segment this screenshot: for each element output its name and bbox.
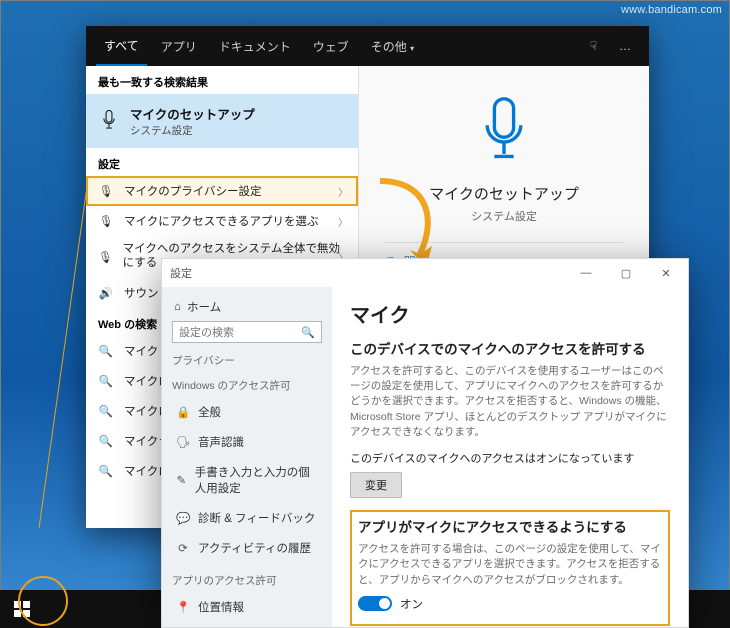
device-access-desc: アクセスを許可すると、このデバイスを使用するユーザーはこのページの設定を使用して… xyxy=(350,364,670,440)
window-maximize[interactable]: ▢ xyxy=(606,267,646,280)
sidebar-item-diagnostics[interactable]: 💬 診断 & フィードバック xyxy=(172,503,322,533)
annotation-line xyxy=(38,190,88,528)
feedback-icon[interactable]: ☟ xyxy=(582,33,605,59)
start-button[interactable] xyxy=(0,590,44,628)
sidebar-item-label: 診断 & フィードバック xyxy=(198,510,315,526)
tab-apps[interactable]: アプリ xyxy=(153,28,205,65)
history-icon: ⟳ xyxy=(176,541,190,555)
settings-sidebar: ⌂ ホーム 設定の検索 🔍 プライバシー Windows のアクセス許可 🔒 全般… xyxy=(162,287,332,627)
settings-window: 設定 — ▢ ✕ ⌂ ホーム 設定の検索 🔍 プライバシー Windows のア… xyxy=(161,258,689,628)
watermark-text: www.bandicam.com xyxy=(621,4,722,16)
settings-search-input[interactable]: 設定の検索 🔍 xyxy=(172,321,322,343)
sidebar-item-inking[interactable]: ✎ 手書き入力と入力の個人用設定 xyxy=(172,457,322,503)
sidebar-item-activity[interactable]: ⟳ アクティビティの履歴 xyxy=(172,533,322,563)
settings-item-label: マイクにアクセスできるアプリを選ぶ xyxy=(124,213,318,229)
section-settings-label: 設定 xyxy=(86,148,358,176)
settings-item-mic-apps[interactable]: 🎙 マイクにアクセスできるアプリを選ぶ 〉 xyxy=(86,206,358,236)
chevron-right-icon: 〉 xyxy=(338,214,348,229)
sidebar-item-location[interactable]: 📍 位置情報 xyxy=(172,592,322,622)
settings-search-placeholder: 設定の検索 xyxy=(179,324,234,340)
sidebar-item-speech[interactable]: 🗣 音声認識 xyxy=(172,427,322,457)
feedback-icon: 💬 xyxy=(176,511,190,525)
sidebar-item-label: 手書き入力と入力の個人用設定 xyxy=(195,464,318,496)
sidebar-home-label: ホーム xyxy=(187,299,221,315)
sidebar-item-label: 位置情報 xyxy=(198,599,244,615)
search-icon: 🔍 xyxy=(98,404,114,418)
sidebar-item-label: アクティビティの履歴 xyxy=(198,540,311,556)
settings-item-mic-privacy[interactable]: 🎙 マイクのプライバシー設定 〉 xyxy=(86,176,358,206)
microphone-icon: 🎙 xyxy=(98,214,114,228)
page-title: マイク xyxy=(350,299,670,328)
tab-more[interactable]: その他 ▾ xyxy=(363,28,422,65)
toggle-label: オン xyxy=(400,596,423,612)
window-titlebar: 設定 — ▢ ✕ xyxy=(162,259,688,287)
sidebar-group-privacy: プライバシー xyxy=(172,353,322,368)
search-icon: 🔍 xyxy=(98,374,114,388)
tab-all[interactable]: すべて xyxy=(96,27,147,66)
sidebar-group-win-perms: Windows のアクセス許可 xyxy=(172,378,322,393)
tab-documents[interactable]: ドキュメント xyxy=(211,28,299,65)
speech-icon: 🗣 xyxy=(176,435,190,449)
right-pane-subtitle: システム設定 xyxy=(471,208,537,224)
highlighted-apps-section: アプリがマイクにアクセスできるようにする アクセスを許可する場合は、このページの… xyxy=(350,510,670,626)
pen-icon: ✎ xyxy=(176,473,187,487)
sidebar-item-label: 音声認識 xyxy=(198,434,244,450)
best-match-subtitle: システム設定 xyxy=(130,123,255,138)
search-icon: 🔍 xyxy=(98,434,114,448)
window-close[interactable]: ✕ xyxy=(646,267,686,280)
settings-content: マイク このデバイスでのマイクへのアクセスを許可する アクセスを許可すると、この… xyxy=(332,287,688,627)
window-title: 設定 xyxy=(164,265,192,281)
home-icon: ⌂ xyxy=(174,301,181,313)
microphone-icon xyxy=(474,94,534,169)
settings-item-label: マイクのプライバシー設定 xyxy=(124,183,262,199)
microphone-icon: 🎙 xyxy=(98,184,114,198)
section-best-match-label: 最も一致する検索結果 xyxy=(86,66,358,94)
chevron-right-icon: 〉 xyxy=(338,184,348,199)
divider xyxy=(385,242,623,243)
sidebar-home[interactable]: ⌂ ホーム xyxy=(172,293,322,321)
search-tabs: すべて アプリ ドキュメント ウェブ その他 ▾ ☟ … xyxy=(86,26,649,66)
right-pane-title: マイクのセットアップ xyxy=(429,183,579,204)
change-button[interactable]: 変更 xyxy=(350,472,402,498)
search-icon: 🔍 xyxy=(301,326,315,339)
microphone-icon: 🎙 xyxy=(98,250,113,264)
location-icon: 📍 xyxy=(176,600,190,614)
overflow-icon[interactable]: … xyxy=(611,33,639,59)
best-match-title: マイクのセットアップ xyxy=(130,104,255,123)
search-icon: 🔍 xyxy=(98,464,114,478)
microphone-icon xyxy=(98,109,120,134)
tab-web[interactable]: ウェブ xyxy=(305,28,357,65)
sidebar-group-app-perms: アプリのアクセス許可 xyxy=(172,573,322,588)
best-match-item[interactable]: マイクのセットアップ システム設定 xyxy=(86,94,358,148)
sound-icon: 🔊 xyxy=(98,286,114,300)
sidebar-item-general[interactable]: 🔒 全般 xyxy=(172,397,322,427)
heading-device-access: このデバイスでのマイクへのアクセスを許可する xyxy=(350,338,670,358)
sidebar-item-label: 全般 xyxy=(198,404,221,420)
window-minimize[interactable]: — xyxy=(566,267,606,279)
apps-access-toggle[interactable] xyxy=(358,596,392,611)
lock-icon: 🔒 xyxy=(176,405,190,419)
device-access-status: このデバイスのマイクへのアクセスはオンになっています xyxy=(350,450,670,466)
apps-access-desc: アクセスを許可する場合は、このページの設定を使用して、マイクにアクセスできるアプ… xyxy=(358,542,662,588)
search-icon: 🔍 xyxy=(98,344,114,358)
heading-apps-access: アプリがマイクにアクセスできるようにする xyxy=(358,516,662,536)
